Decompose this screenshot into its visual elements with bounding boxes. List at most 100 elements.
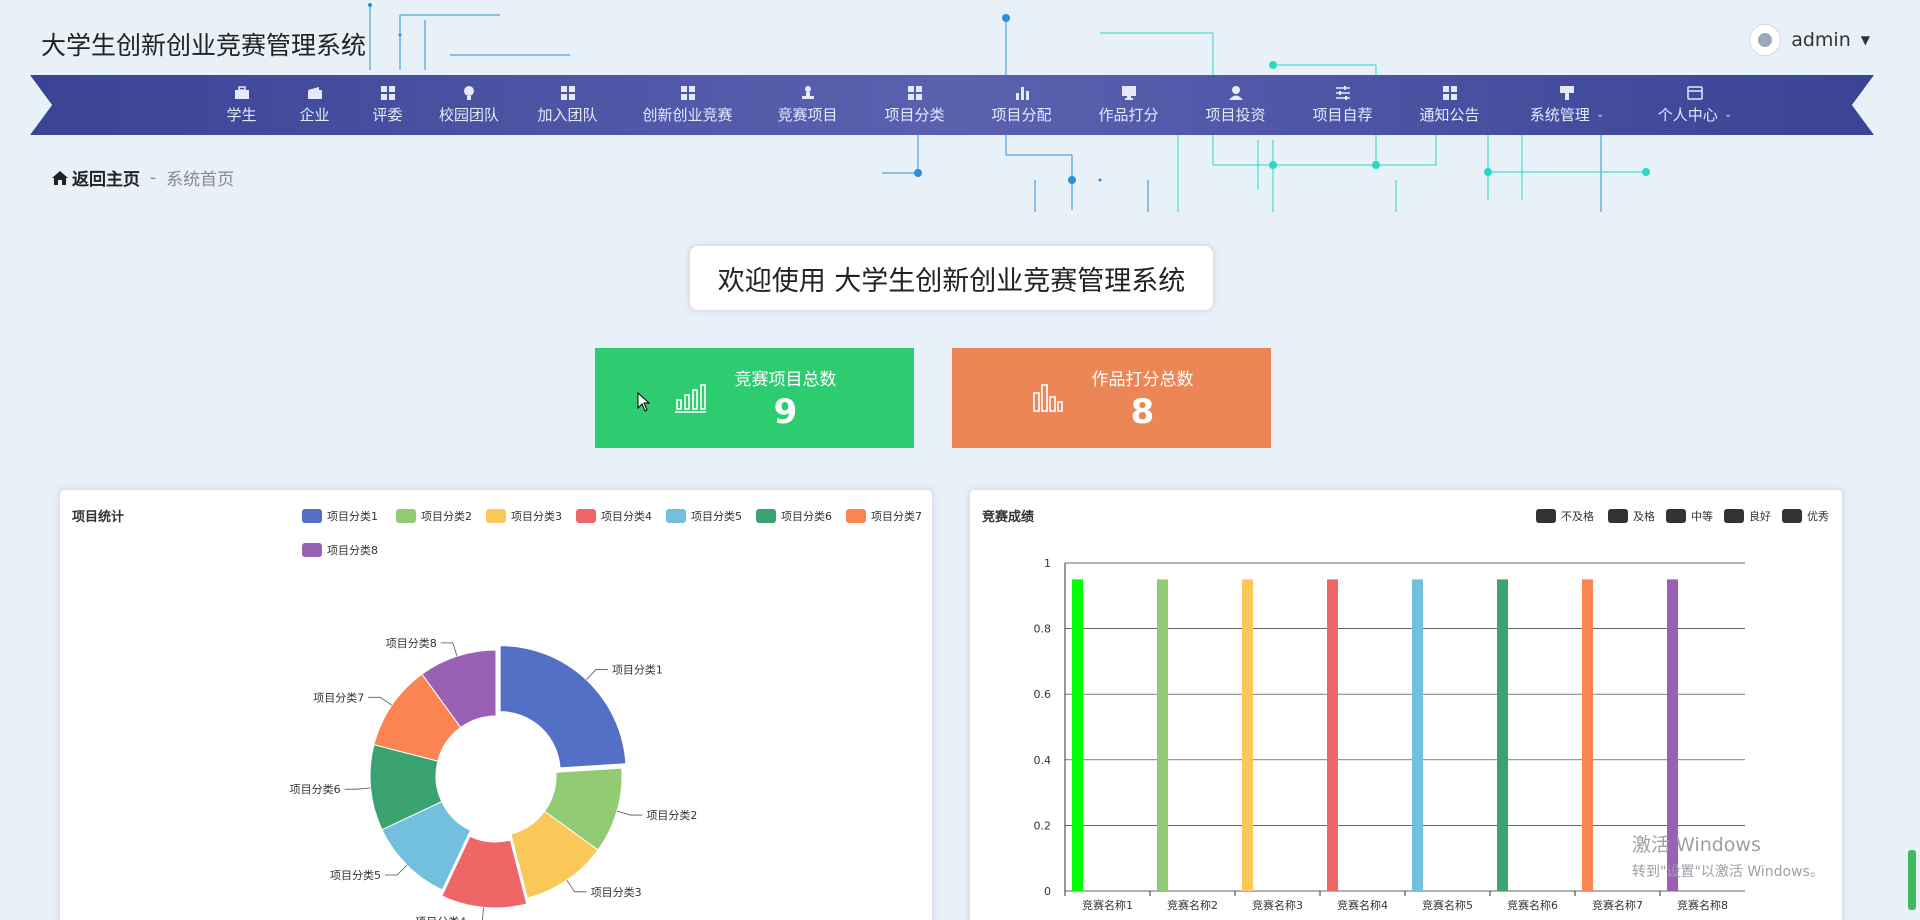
chevron-down-icon[interactable]: ⌄: [1596, 109, 1604, 120]
legend-swatch[interactable]: [302, 509, 322, 523]
legend-label[interactable]: 项目分类5: [691, 509, 742, 523]
legend-swatch[interactable]: [486, 509, 506, 523]
nav-item-1[interactable]: 学生: [205, 75, 278, 135]
nav-item-text: 个人中心: [1657, 106, 1718, 124]
grid-icon: [560, 86, 575, 100]
card-icon: [1687, 86, 1703, 100]
nav-item-text: 系统管理: [1529, 106, 1590, 124]
welcome-text: 欢迎使用 大学生创新创业竞赛管理系统: [717, 265, 1186, 297]
nav-item-11[interactable]: 项目投资: [1182, 75, 1289, 135]
stat-value: 8: [1130, 391, 1155, 432]
bar[interactable]: [1497, 579, 1508, 891]
nav-item-text: 项目投资: [1205, 106, 1266, 124]
legend-label[interactable]: 项目分类7: [871, 509, 922, 523]
bar-chart-icon: [674, 384, 706, 413]
breadcrumb-home-label[interactable]: 返回主页: [72, 165, 140, 190]
breadcrumb-current: 系统首页: [166, 170, 235, 190]
legend-swatch[interactable]: [666, 509, 686, 523]
nav-items: 学生 企业 评委 校园团队 加入团队 创新创业竞赛 竞赛项目 项目分类 项目分配 作品打分 项目投资…: [205, 75, 1759, 135]
user-menu[interactable]: admin ▼: [1749, 24, 1870, 56]
bar[interactable]: [1327, 579, 1338, 891]
bar[interactable]: [1412, 579, 1423, 891]
pie-label: 项目分类1: [612, 663, 663, 677]
legend-label[interactable]: 良好: [1749, 509, 1771, 523]
avatar-image: [1758, 33, 1773, 47]
pie-label: 项目分类5: [330, 868, 381, 882]
legend-swatch[interactable]: [576, 509, 596, 523]
pie-label: 项目分类3: [591, 885, 642, 899]
x-tick-label: 竞赛名称4: [1337, 898, 1388, 912]
pie-slice[interactable]: [499, 645, 627, 769]
nav-item-10[interactable]: 作品打分: [1075, 75, 1182, 135]
bar[interactable]: [1157, 579, 1168, 891]
legend-swatch[interactable]: [846, 509, 866, 523]
legend-swatch[interactable]: [302, 543, 322, 557]
nav-item-9[interactable]: 项目分配: [968, 75, 1075, 135]
nav-item-label: 个人中心 ⌄: [1658, 104, 1732, 125]
y-tick-label: 0.2: [1034, 819, 1052, 832]
stat-card-scores[interactable]: 作品打分总数 8: [952, 348, 1271, 448]
avatar[interactable]: [1749, 24, 1782, 56]
nav-item-5[interactable]: 加入团队: [514, 75, 621, 135]
bar-chart-icon: [1032, 384, 1063, 412]
pie-label-line: [481, 907, 484, 920]
legend-swatch[interactable]: [1536, 509, 1556, 523]
project-stats-panel: 项目统计 项目分类1 项目分类2 项目分类3 项目分类4 项目分类5 项目分类6 项目分类7…: [60, 490, 932, 920]
stat-label: 竞赛项目总数: [734, 369, 837, 390]
legend-label[interactable]: 优秀: [1807, 510, 1829, 523]
stamp-icon: [801, 86, 814, 99]
nav-item-7[interactable]: 竞赛项目: [754, 75, 861, 135]
nav-item-2[interactable]: 企业: [278, 75, 351, 135]
legend-swatch[interactable]: [1724, 509, 1744, 523]
x-tick-label: 竞赛名称8: [1677, 898, 1728, 912]
nav-item-3[interactable]: 评委: [351, 75, 424, 135]
x-tick-label: 竞赛名称1: [1082, 898, 1133, 912]
nav-item-text: 学生: [226, 106, 257, 124]
y-tick-label: 0: [1044, 885, 1051, 898]
pie-label: 项目分类4: [415, 914, 466, 920]
nav-item-12[interactable]: 项目自荐: [1289, 75, 1396, 135]
breadcrumb-home[interactable]: 返回主页: [52, 165, 140, 190]
bar[interactable]: [1072, 579, 1083, 891]
legend-swatch[interactable]: [1782, 509, 1802, 523]
bar[interactable]: [1582, 579, 1593, 891]
nav-item-4[interactable]: 校园团队: [424, 75, 514, 135]
legend-swatch[interactable]: [756, 509, 776, 523]
nav-item-8[interactable]: 项目分类: [861, 75, 968, 135]
legend-swatch[interactable]: [1666, 509, 1686, 523]
nav-item-label: 项目分配: [991, 104, 1051, 125]
nav-item-14[interactable]: 系统管理 ⌄: [1503, 75, 1631, 135]
legend-swatch[interactable]: [396, 509, 416, 523]
bar[interactable]: [1242, 579, 1253, 891]
legend-label[interactable]: 项目分类3: [511, 509, 562, 523]
user-icon: [1228, 86, 1243, 100]
caret-down-icon[interactable]: ▼: [1861, 33, 1870, 47]
legend-label[interactable]: 项目分类8: [327, 543, 378, 557]
legend-swatch[interactable]: [1608, 509, 1628, 523]
scrollbar[interactable]: [1908, 850, 1916, 910]
legend-label[interactable]: 中等: [1691, 509, 1713, 523]
y-tick-label: 0.4: [1034, 754, 1052, 767]
legend-label[interactable]: 项目分类2: [421, 509, 472, 523]
briefcase-icon: [234, 86, 249, 99]
legend-label[interactable]: 项目分类6: [781, 509, 832, 523]
pie-label-line: [385, 864, 408, 876]
nav-item-15[interactable]: 个人中心 ⌄: [1631, 75, 1759, 135]
nav-item-13[interactable]: 通知公告: [1396, 75, 1503, 135]
pie-label: 项目分类8: [386, 636, 437, 650]
legend-label[interactable]: 项目分类1: [327, 509, 378, 523]
y-tick-label: 0.6: [1034, 688, 1052, 701]
y-tick-label: 1: [1044, 557, 1051, 570]
nav-item-label: 企业: [299, 104, 329, 125]
y-tick-label: 0.8: [1034, 623, 1052, 636]
chevron-down-icon[interactable]: ⌄: [1724, 109, 1732, 120]
legend-label[interactable]: 及格: [1633, 509, 1655, 523]
nav-item-6[interactable]: 创新创业竞赛: [621, 75, 754, 135]
nav-item-label: 作品打分: [1098, 104, 1158, 125]
username[interactable]: admin: [1791, 29, 1851, 51]
legend-label[interactable]: 项目分类4: [601, 509, 652, 523]
legend-label[interactable]: 不及格: [1561, 509, 1594, 523]
nav-item-label: 项目分类: [884, 104, 944, 125]
x-tick-label: 竞赛名称7: [1592, 898, 1643, 912]
nav-item-text: 竞赛项目: [777, 106, 838, 124]
